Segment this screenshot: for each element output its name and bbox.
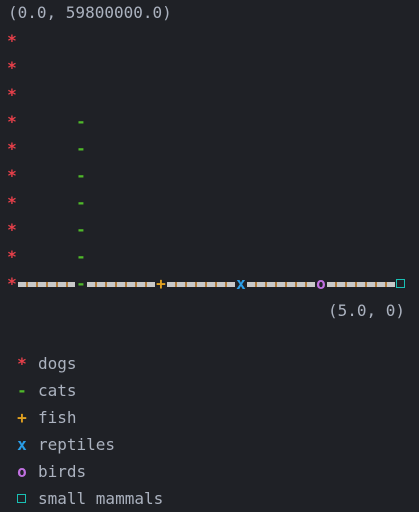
legend-label: small mammals [38, 489, 164, 508]
legend-marker-fish: + [17, 408, 27, 427]
bar-mark-dogs: * [7, 58, 17, 77]
bar-mark-reptiles: x [236, 274, 246, 293]
x-max-label: (5.0, 0) [328, 301, 406, 320]
legend-marker-cats: - [17, 381, 27, 400]
bar-mark-cats: - [76, 247, 86, 266]
legend-marker-reptiles: x [17, 435, 27, 454]
bar-mark-cats: - [76, 112, 86, 131]
bar-mark-cats: - [76, 274, 86, 293]
x-axis-segment [327, 282, 395, 287]
bar-mark-dogs: * [7, 274, 17, 293]
bar-mark-dogs: * [7, 139, 17, 158]
legend-marker-birds: o [17, 462, 27, 481]
x-axis-segment [87, 282, 155, 287]
legend-label: birds [38, 462, 87, 481]
legend-marker-dogs: * [17, 354, 27, 373]
bar-mark-dogs: * [7, 247, 17, 266]
legend-label: reptiles [38, 435, 116, 454]
bar-mark-dogs: * [7, 193, 17, 212]
bar-mark-cats: - [76, 139, 86, 158]
bar-mark-small-mammals [396, 279, 405, 288]
bar-mark-dogs: * [7, 85, 17, 104]
x-axis-segment [167, 282, 235, 287]
y-max-label: (0.0, 59800000.0) [8, 3, 172, 22]
legend-label: dogs [38, 354, 77, 373]
bar-mark-fish: + [156, 274, 166, 293]
legend-label: cats [38, 381, 77, 400]
legend-label: fish [38, 408, 77, 427]
bar-mark-cats: - [76, 220, 86, 239]
bar-mark-dogs: * [7, 166, 17, 185]
bar-mark-cats: - [76, 193, 86, 212]
legend-marker-small-mammals [17, 494, 26, 503]
bar-mark-birds: o [316, 274, 326, 293]
bar-mark-dogs: * [7, 31, 17, 50]
bar-mark-cats: - [76, 166, 86, 185]
bar-mark-dogs: * [7, 220, 17, 239]
x-axis-segment [18, 282, 75, 287]
bar-mark-dogs: * [7, 112, 17, 131]
x-axis-segment [247, 282, 315, 287]
